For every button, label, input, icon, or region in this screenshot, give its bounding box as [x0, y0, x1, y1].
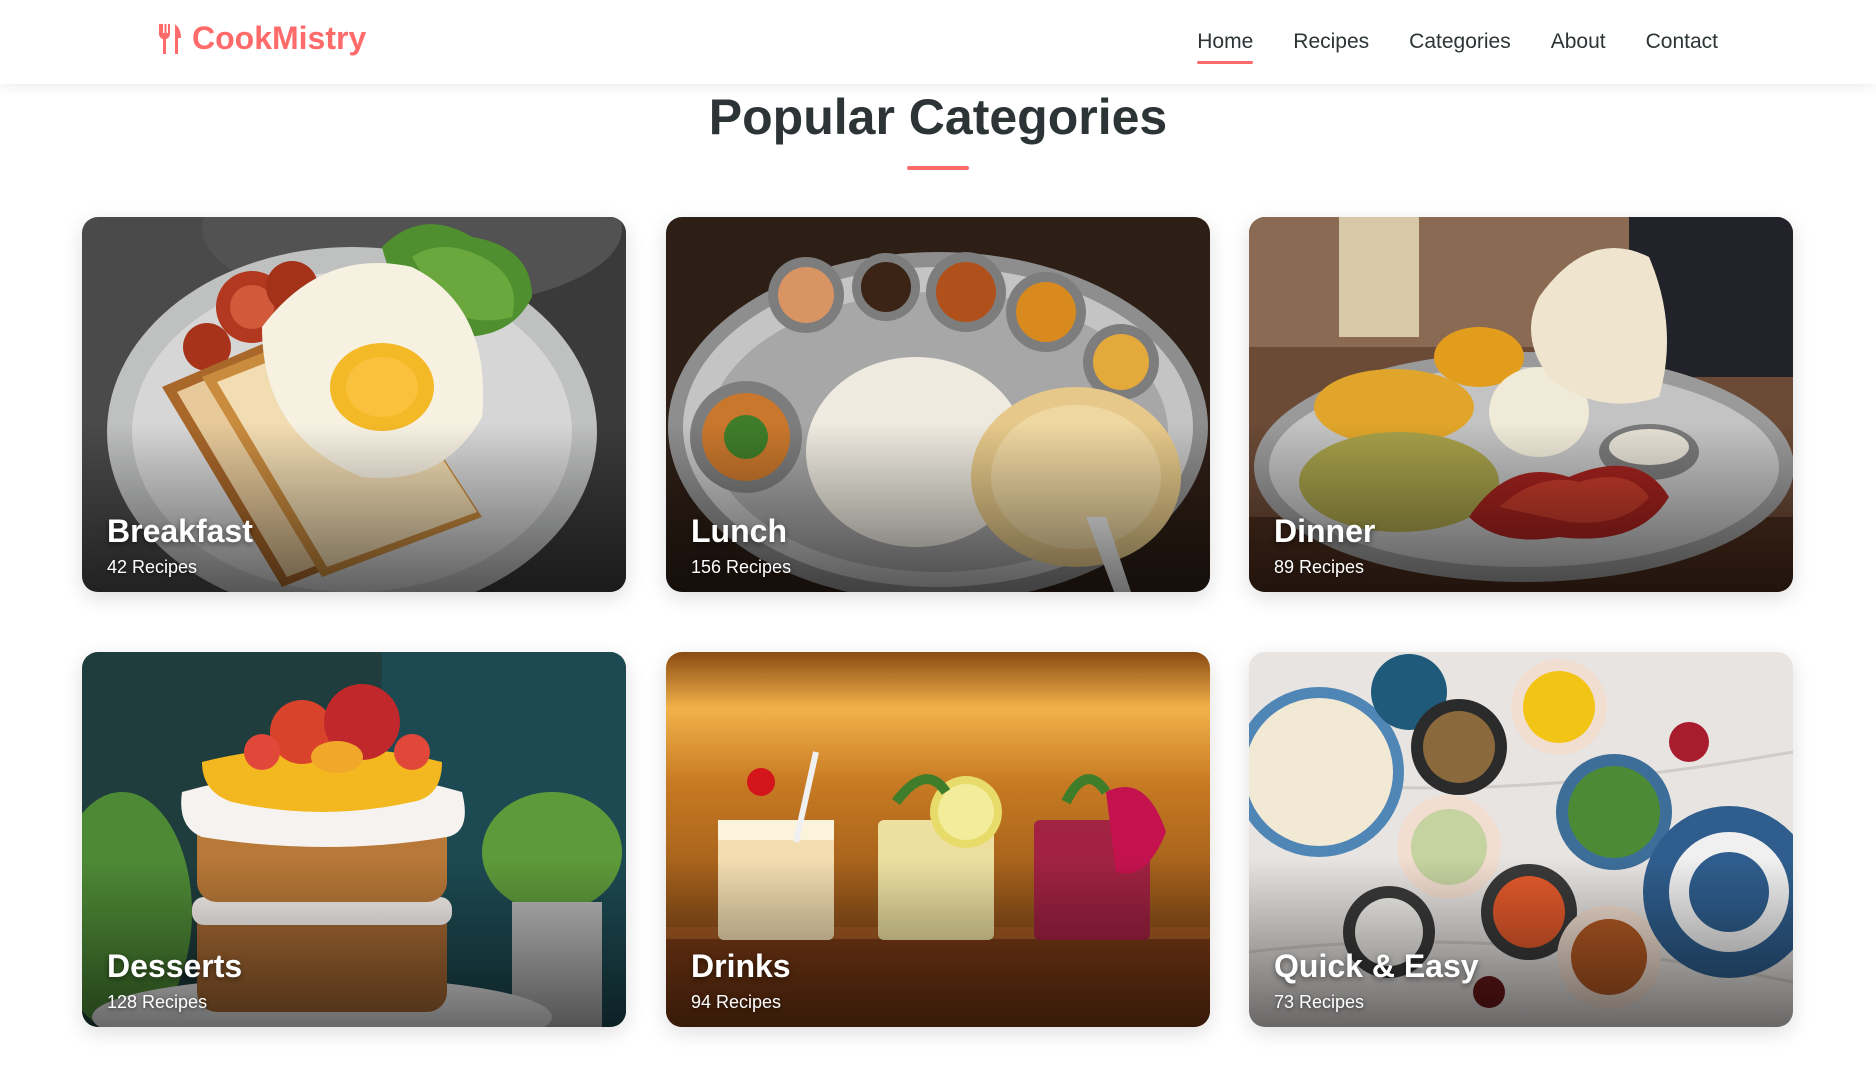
navbar: CookMistry Home Recipes Categories About… — [0, 0, 1876, 84]
category-count: 128 Recipes — [107, 992, 208, 1012]
category-card-dinner[interactable]: Dinner 89 Recipes — [1249, 217, 1793, 592]
category-name: Dinner — [1274, 513, 1376, 549]
category-card-quick-easy[interactable]: Quick & Easy 73 Recipes — [1249, 652, 1793, 1027]
category-count: 94 Recipes — [691, 992, 782, 1012]
nav-home[interactable]: Home — [1197, 24, 1254, 64]
category-card-lunch[interactable]: Lunch 156 Recipes — [666, 217, 1210, 592]
category-count: 73 Recipes — [1274, 992, 1365, 1012]
nav-contact[interactable]: Contact — [1646, 24, 1718, 60]
category-name: Drinks — [691, 948, 791, 984]
category-name: Breakfast — [107, 513, 253, 549]
fork-knife-icon — [158, 23, 181, 54]
category-name: Quick & Easy — [1274, 948, 1479, 984]
category-count: 42 Recipes — [107, 557, 198, 577]
nav-about[interactable]: About — [1551, 24, 1606, 60]
category-card-breakfast[interactable]: Breakfast 42 Recipes — [82, 217, 626, 592]
category-count: 89 Recipes — [1274, 557, 1365, 577]
section-title: Popular Categories — [708, 89, 1168, 145]
title-underline — [907, 166, 969, 170]
category-card-desserts[interactable]: Desserts 128 Recipes — [82, 652, 626, 1027]
category-card-drinks[interactable]: Drinks 94 Recipes — [666, 652, 1210, 1027]
brand-logo[interactable]: CookMistry — [156, 20, 366, 57]
main-nav: Home Recipes Categories About Contact — [1197, 0, 1718, 84]
category-name: Lunch — [691, 513, 787, 549]
category-name: Desserts — [107, 948, 243, 984]
nav-categories[interactable]: Categories — [1409, 24, 1511, 60]
category-count: 156 Recipes — [691, 557, 792, 577]
brand-name: CookMistry — [192, 20, 367, 56]
nav-recipes[interactable]: Recipes — [1293, 24, 1369, 60]
